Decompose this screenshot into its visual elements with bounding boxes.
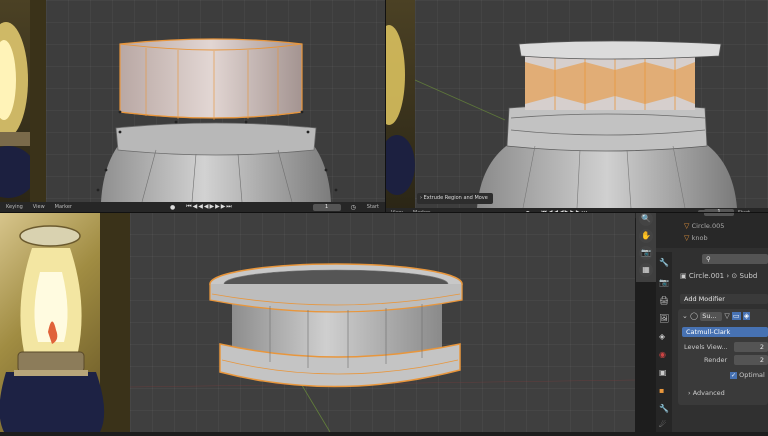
operator-redo-panel[interactable]: › Extrude Region and Move	[417, 193, 493, 204]
operator-panel-label: Extrude Region and Move	[423, 195, 488, 201]
timeline-keying-menu[interactable]: Keying	[6, 203, 23, 212]
playback-controls-icon[interactable]: ⏮◀◀◀▶▶▶⏭	[186, 203, 233, 211]
right-editor-area: 1 ▽ Circle.005 ▽ knob ⚲ 🔧 📷 🖨 🖼 ◈ ◉ ▣ ▪ …	[656, 209, 768, 432]
edit-mode-toggle-icon[interactable]: ▽	[724, 312, 729, 320]
reference-image-lamp-large	[0, 212, 130, 432]
viewport-top-right[interactable]	[415, 0, 768, 208]
mesh-top-right	[415, 40, 737, 208]
search-icon: ⚲	[706, 255, 711, 263]
mesh-object-icon: ▽	[684, 234, 690, 242]
outliner: 1 ▽ Circle.005 ▽ knob	[656, 209, 768, 248]
modifier-icon: ⊙	[731, 272, 738, 280]
properties-search-input[interactable]: ⚲	[702, 254, 768, 264]
mesh-object-icon: ▽	[684, 222, 690, 230]
add-modifier-button[interactable]: Add Modifier	[680, 294, 768, 304]
tool-tab-icon[interactable]: 🔧	[659, 258, 669, 267]
viewport-bottom[interactable]	[130, 212, 635, 432]
clock-icon: ◷	[350, 203, 357, 211]
render-levels-label: Render	[704, 356, 728, 364]
timeline-view-menu[interactable]: View	[33, 203, 45, 212]
breadcrumb-modifier-name: Subd	[739, 272, 758, 280]
current-frame-field[interactable]: 1	[312, 203, 341, 211]
render-levels-field[interactable]: 2	[734, 355, 768, 365]
breadcrumb-object-name: Circle.001	[688, 272, 725, 280]
modifier-name-field[interactable]: Su...	[700, 312, 723, 321]
reference-image-lamp-edge	[373, 0, 415, 208]
record-button-icon[interactable]: ●	[170, 204, 176, 211]
timeline-header-top-left: Keying View Marker ● ⏮◀◀◀▶▶▶⏭ 1 ◷ Start	[0, 202, 385, 212]
outliner-item-name: knob	[691, 234, 708, 242]
mesh-top-left	[96, 38, 338, 202]
catmull-clark-toggle[interactable]: Catmull-Clark	[682, 327, 768, 337]
reference-image-lamp	[0, 0, 46, 202]
properties-tab-bar: 🔧 📷 🖨 🖼 ◈ ◉ ▣ ▪ 🔧 ☄	[656, 252, 672, 432]
modifier-panel: ⌄ ◯ Su... ▽ ▭ ◈ Catmull-Clark Levels Vie…	[678, 309, 768, 405]
advanced-label: Advanced	[692, 389, 725, 397]
output-tab-icon[interactable]: 🖨	[659, 296, 669, 305]
object-tab-icon[interactable]: ▪	[659, 386, 664, 395]
checkbox-checked-icon[interactable]: ✓	[730, 372, 738, 379]
viewport-toggle-icon[interactable]: ▭	[732, 312, 741, 320]
object-data-icon: ▣	[680, 272, 687, 280]
levels-viewport-label: Levels View...	[684, 343, 728, 351]
viewport-navigation: 🔍 ✋ 📷 ▦	[636, 212, 656, 282]
breadcrumb-separator-icon: ›	[726, 272, 730, 280]
collection-tab-icon[interactable]: ▣	[659, 368, 667, 377]
expand-chevron-icon[interactable]: ›	[688, 389, 691, 397]
timeline-start-label: Start	[366, 203, 379, 210]
hand-pan-icon[interactable]: ✋	[639, 229, 653, 243]
collapse-chevron-icon[interactable]: ⌄	[682, 312, 688, 320]
subdivision-icon: ◯	[690, 312, 698, 320]
area-divider-vertical[interactable]	[385, 0, 386, 212]
mesh-bottom-ring	[130, 263, 635, 432]
top-left-panel: Keying View Marker ● ⏮◀◀◀▶▶▶⏭ 1 ◷ Start	[0, 0, 385, 212]
outliner-item[interactable]: ▽ Circle.005	[684, 222, 724, 230]
advanced-subpanel[interactable]: › Advanced	[688, 389, 725, 397]
viewport-top-left[interactable]	[46, 0, 385, 202]
outliner-item[interactable]: ▽ knob	[684, 234, 708, 242]
grid-ortho-icon[interactable]: ▦	[639, 263, 653, 277]
camera-view-icon[interactable]: 📷	[639, 246, 653, 260]
scene-tab-icon[interactable]: ◈	[659, 332, 665, 341]
zoom-icon[interactable]: 🔍	[639, 212, 653, 226]
timeline-marker-menu[interactable]: Marker	[55, 203, 72, 212]
optimal-display-label: Optimal	[739, 371, 765, 379]
world-tab-icon[interactable]: ◉	[659, 350, 666, 359]
view-layer-tab-icon[interactable]: 🖼	[659, 314, 669, 323]
render-toggle-icon[interactable]: ◈	[742, 312, 751, 320]
lamp-illustration	[0, 0, 46, 202]
optimal-display-checkbox[interactable]: ✓ Optimal	[730, 371, 765, 379]
particles-tab-icon[interactable]: ☄	[659, 420, 666, 429]
levels-viewport-field[interactable]: 2	[734, 342, 768, 352]
panel-collapse-icon[interactable]: ›	[420, 195, 422, 201]
render-tab-icon[interactable]: 📷	[659, 278, 669, 287]
outliner-item-name: Circle.005	[691, 222, 725, 230]
modifier-tab-icon[interactable]: 🔧	[659, 404, 669, 413]
lamp-illustration-edge	[373, 25, 415, 195]
top-right-panel: › Extrude Region and Move View Marker ● …	[373, 0, 768, 218]
area-divider-horizontal[interactable]	[0, 212, 768, 213]
oil-lamp-illustration	[0, 212, 130, 432]
modifier-header: ⌄ ◯ Su... ▽ ▭ ◈	[682, 312, 768, 321]
properties-breadcrumb: ▣ Circle.001 › ⊙ Subd	[680, 272, 757, 280]
